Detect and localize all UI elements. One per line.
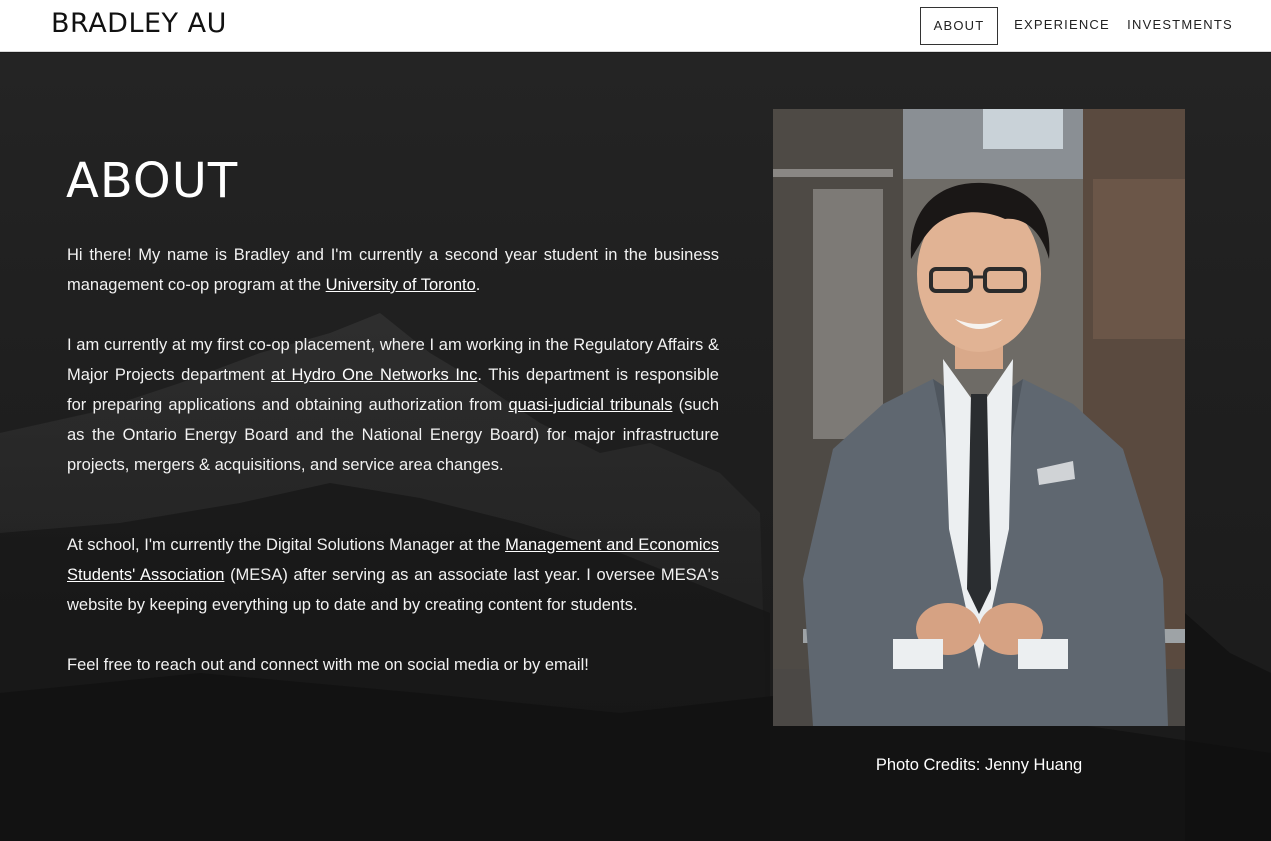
bio-text-1b: . [475,276,481,294]
bio-paragraph-1: Hi there! My name is Bradley and I'm cur… [67,240,719,300]
link-quasi-judicial-tribunals[interactable]: quasi-judicial tribunals [509,396,673,414]
bio-paragraph-3: At school, I'm currently the Digital Sol… [67,530,719,620]
bio-text-3a: At school, I'm currently the Digital Sol… [67,536,506,554]
bio-text: Hi there! My name is Bradley and I'm cur… [67,240,719,680]
portrait-illustration [773,109,1185,726]
profile-photo [773,109,1185,726]
site-header: BRADLEY AU ABOUT EXPERIENCE INVESTMENTS [0,0,1271,52]
link-university-of-toronto[interactable]: University of Toronto [326,276,476,294]
bio-paragraph-4: Feel free to reach out and connect with … [67,656,589,674]
link-hydro-one[interactable]: at Hydro One Networks Inc [271,366,477,384]
nav-experience[interactable]: EXPERIENCE [1012,7,1112,45]
nav-investments[interactable]: INVESTMENTS [1125,7,1235,45]
nav-about[interactable]: ABOUT [920,7,998,45]
photo-credit: Photo Credits: Jenny Huang [875,756,1083,774]
page-title: ABOUT [66,153,239,209]
site-logo[interactable]: BRADLEY AU [51,8,227,39]
about-section: ABOUT Hi there! My name is Bradley and I… [0,53,1271,841]
bio-paragraph-2: I am currently at my first co-op placeme… [67,330,719,480]
